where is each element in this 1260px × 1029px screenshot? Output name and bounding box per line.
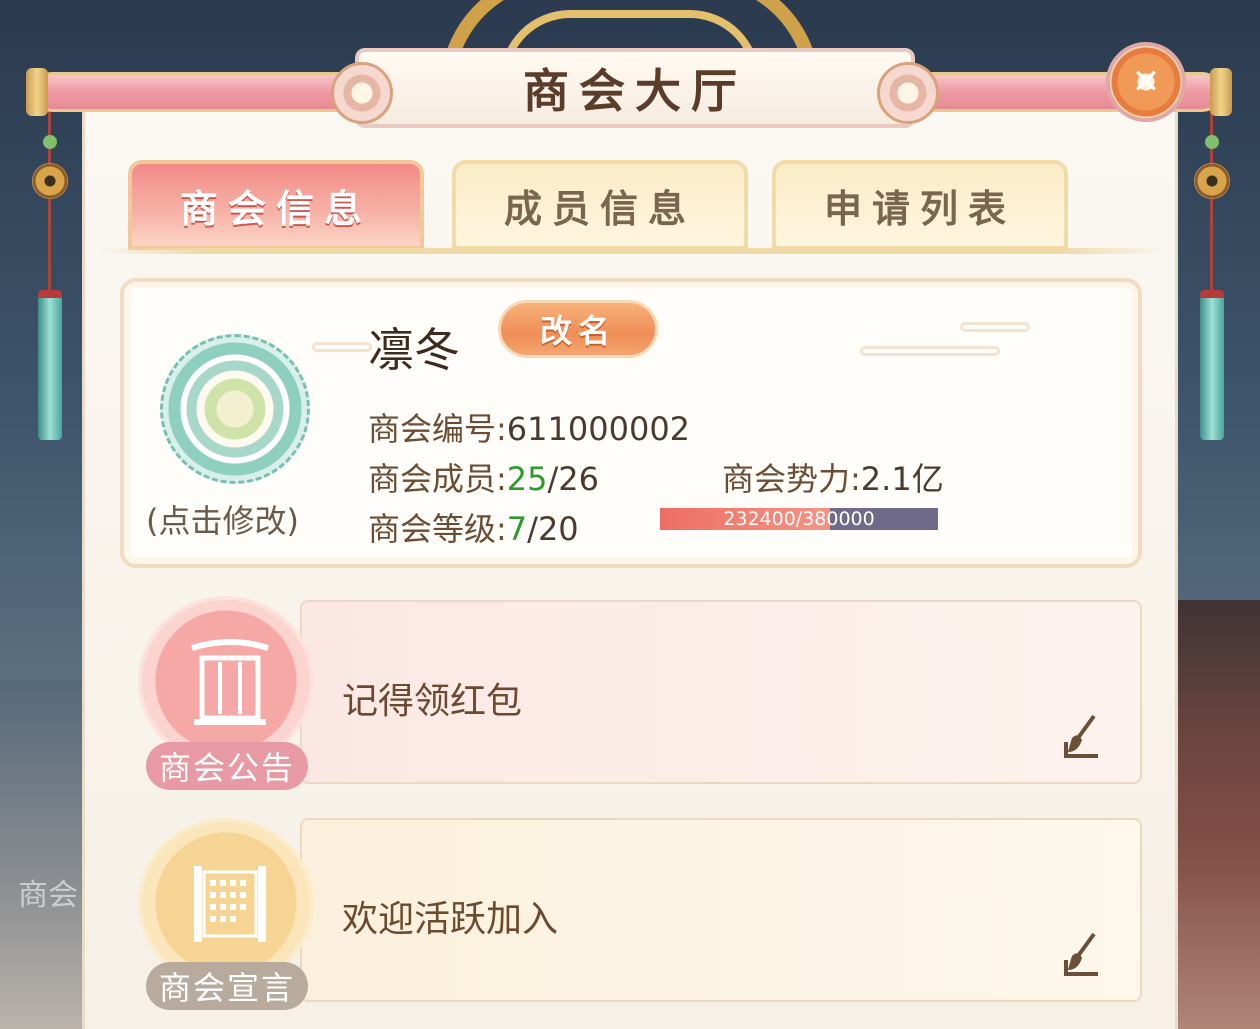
guild-id-row: 商会编号:611000002 — [368, 404, 690, 450]
guild-notice-text: 记得领红包 — [342, 681, 523, 722]
guild-power-label: 商会势力: — [722, 460, 861, 498]
cloud-ornament — [960, 322, 1030, 332]
guild-exp-text: 232400/380000 — [723, 508, 875, 530]
guild-exp-bar: 232400/380000 — [660, 508, 938, 530]
edit-brush-icon[interactable] — [1060, 930, 1102, 978]
notice-badge — [138, 596, 314, 766]
close-button[interactable]: ✕ — [1106, 42, 1186, 122]
close-icon: ✕ — [1131, 62, 1161, 102]
scroll-end-left — [26, 68, 48, 116]
tab-member-info[interactable]: 成员信息 — [452, 160, 748, 250]
edit-brush-icon[interactable] — [1060, 712, 1102, 760]
gate-icon — [191, 639, 269, 725]
guild-declaration-card: 欢迎活跃加入 — [300, 818, 1142, 1002]
guild-level-current: 7 — [506, 510, 528, 548]
guild-emblem-icon[interactable] — [160, 334, 310, 484]
guild-id-label: 商会编号: — [368, 410, 507, 448]
declaration-badge-label: 商会宣言 — [146, 962, 308, 1010]
left-hanger-ornament — [30, 75, 70, 440]
tab-divider — [96, 248, 1166, 254]
rename-button[interactable]: 改名 — [498, 300, 658, 358]
coin-icon — [1194, 163, 1230, 199]
coin-icon — [32, 163, 68, 199]
cloud-ornament — [312, 342, 372, 352]
scroll-end-right — [1210, 68, 1232, 116]
page-title: 商会大厅 — [523, 64, 747, 118]
tab-application-list[interactable]: 申请列表 — [772, 160, 1068, 250]
guild-power-value: 2.1亿 — [860, 460, 944, 498]
guild-members-label: 商会成员: — [368, 460, 507, 498]
guild-members-max: /26 — [547, 460, 600, 498]
guild-members-row: 商会成员:25/26 — [368, 454, 599, 500]
guild-power-row: 商会势力:2.1亿 — [722, 454, 944, 500]
guild-notice-card: 记得领红包 — [300, 600, 1142, 784]
guild-name: 凛冬 — [368, 323, 460, 377]
background-building — [1170, 600, 1260, 1029]
cloud-ornament — [860, 346, 1000, 356]
tab-guild-info[interactable]: 商会信息 — [128, 160, 424, 250]
guild-level-row: 商会等级:7/20 — [368, 504, 579, 550]
guild-id-value: 611000002 — [506, 410, 691, 448]
right-hanger-ornament — [1192, 75, 1232, 440]
notice-badge-label: 商会公告 — [146, 742, 308, 790]
emblem-edit-caption[interactable]: (点击修改) — [146, 496, 299, 542]
scroll-document-icon — [194, 866, 266, 942]
title-plate: 商会大厅 — [331, 48, 939, 128]
guild-declaration-text: 欢迎活跃加入 — [342, 899, 559, 940]
background-label: 商会 — [18, 878, 78, 913]
background-scenery-left — [0, 680, 85, 1029]
guild-members-current: 25 — [506, 460, 548, 498]
guild-level-max: /20 — [527, 510, 579, 548]
guild-level-label: 商会等级: — [368, 510, 507, 548]
